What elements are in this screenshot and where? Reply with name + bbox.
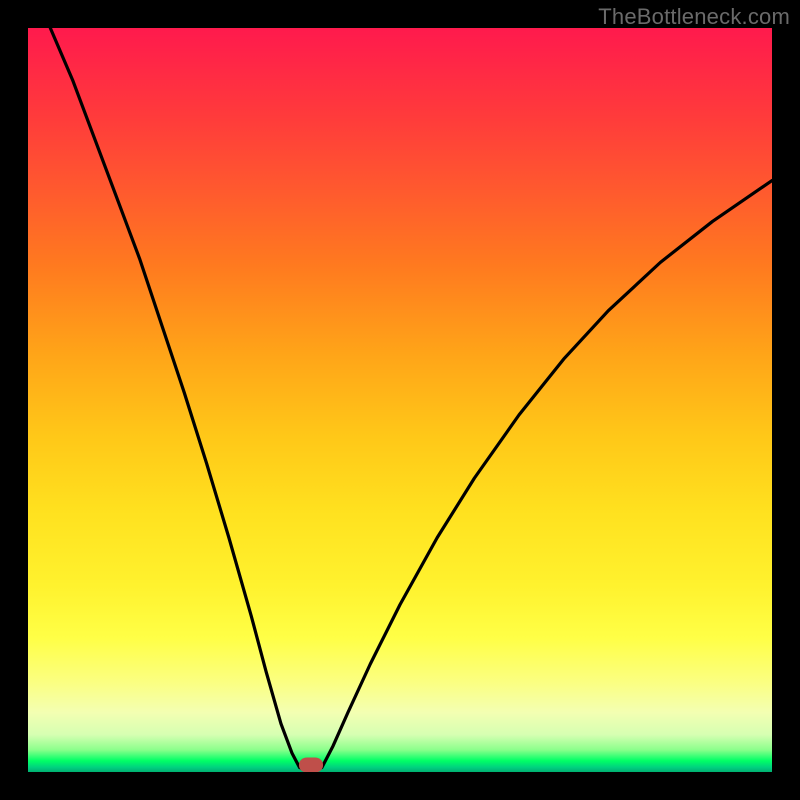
plot-area xyxy=(28,28,772,772)
chart-frame: TheBottleneck.com xyxy=(0,0,800,800)
optimum-marker-icon xyxy=(299,757,323,772)
watermark-label: TheBottleneck.com xyxy=(598,4,790,30)
bottleneck-curve xyxy=(28,28,772,772)
